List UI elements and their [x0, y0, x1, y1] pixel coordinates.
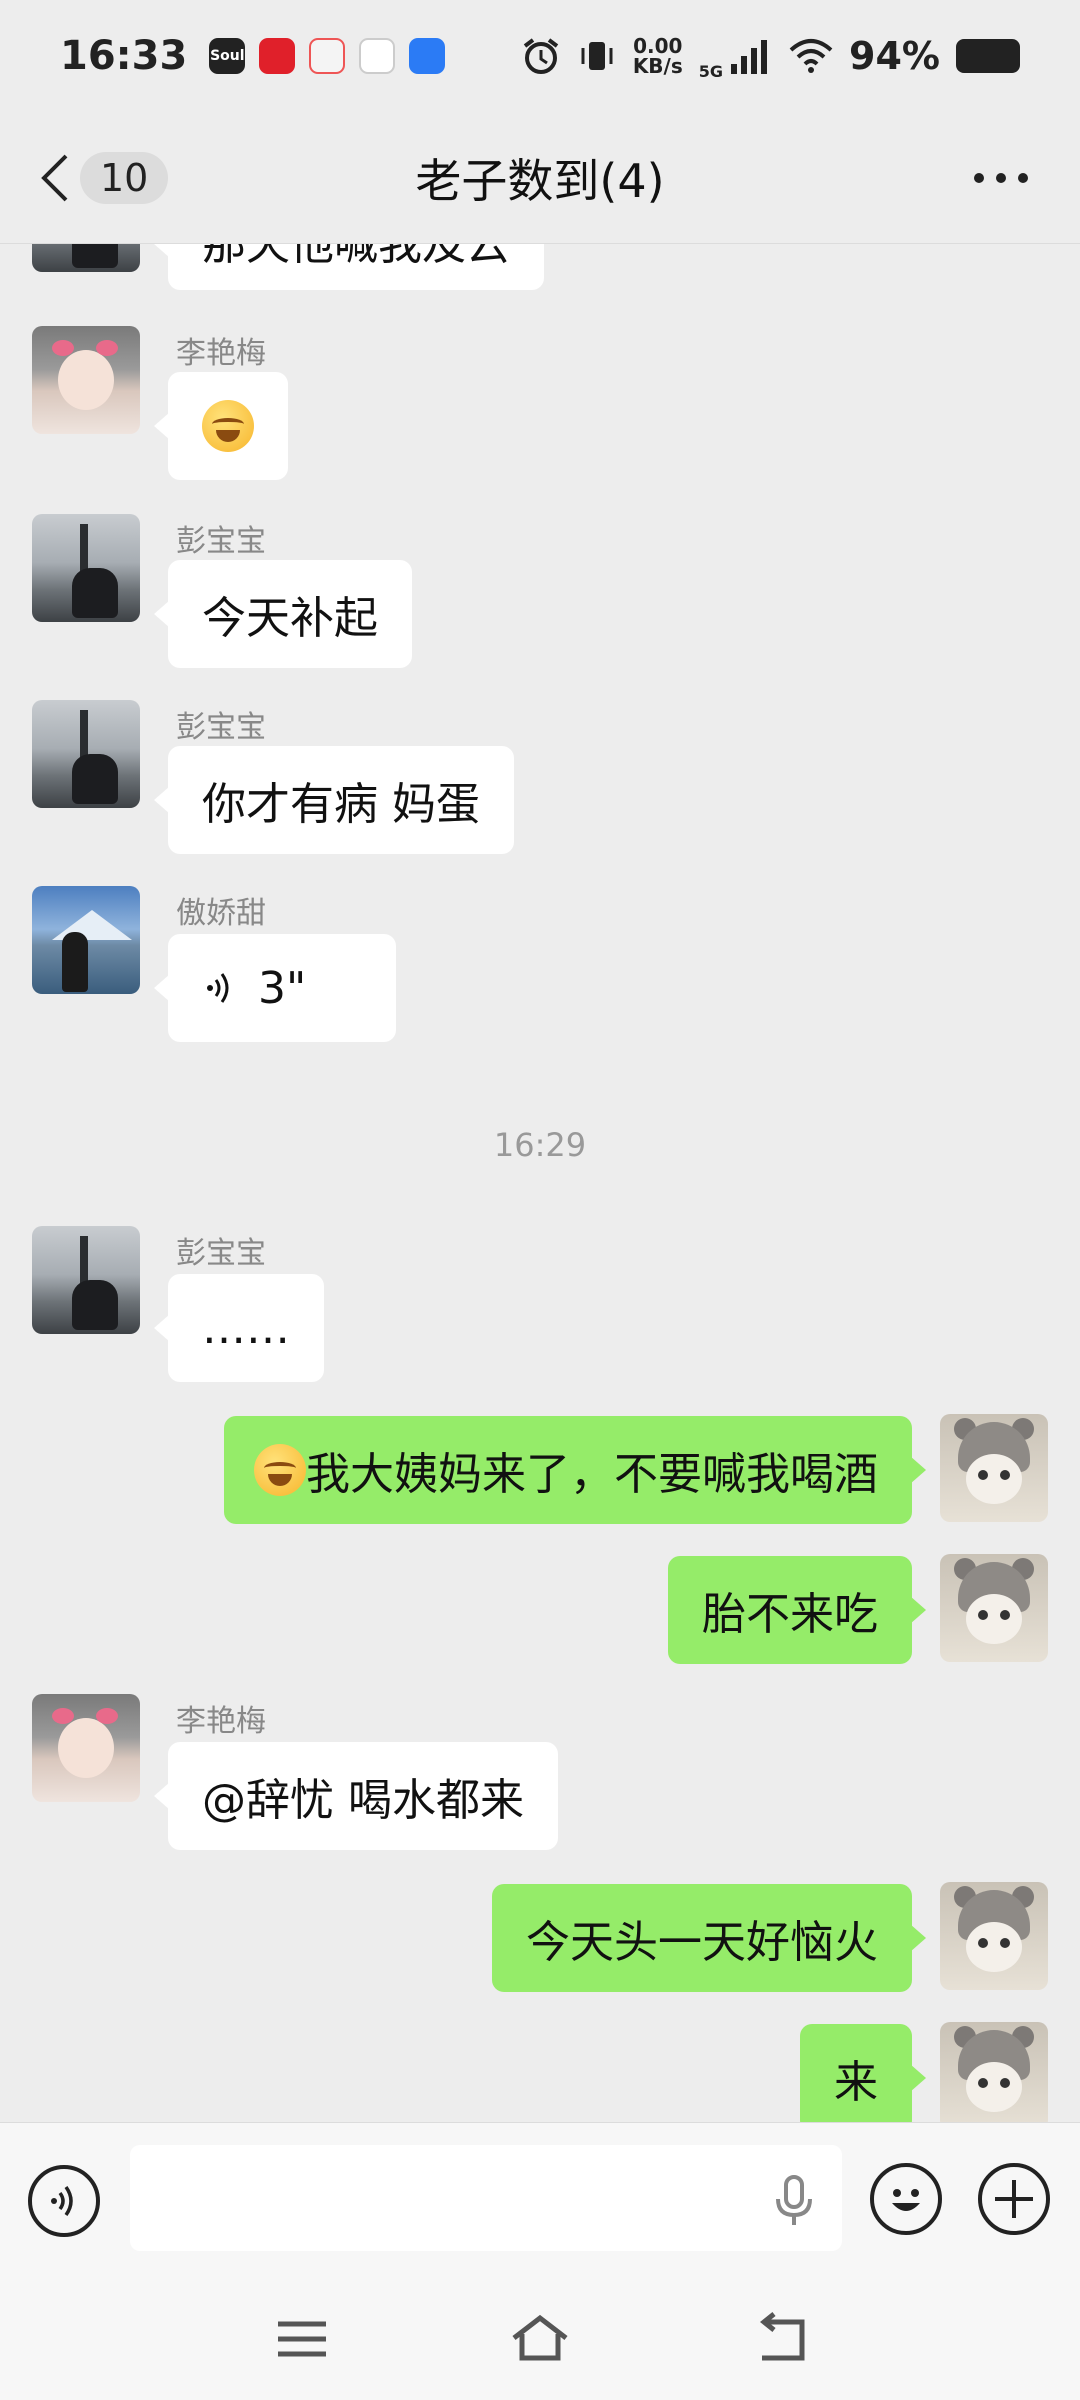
sender-name: 李艳梅	[176, 336, 266, 371]
voice-wave-icon	[51, 2185, 73, 2217]
chat-title: 老子数到(4)	[415, 153, 665, 208]
add-attachment-button[interactable]	[978, 2163, 1050, 2235]
voice-wave-icon	[207, 973, 229, 1003]
soul-app-icon: Soul	[209, 38, 246, 74]
my-avatar[interactable]	[940, 1414, 1048, 1522]
avatar[interactable]	[32, 700, 140, 808]
network-type: 5G	[698, 61, 724, 81]
my-avatar[interactable]	[940, 1882, 1048, 1990]
signal-icon	[731, 40, 768, 74]
avatar[interactable]	[32, 1694, 140, 1802]
net-speed: 0.00 KB/s	[632, 34, 683, 78]
sender-name: 彭宝宝	[176, 1236, 266, 1271]
plus-icon	[995, 2180, 1033, 2218]
system-nav-bar	[0, 2278, 1080, 2400]
emoji-button[interactable]	[870, 2163, 942, 2235]
avatar[interactable]	[32, 514, 140, 622]
message-bubble-outgoing[interactable]: 胎不来吃	[668, 1556, 926, 1664]
message-bubble[interactable]: 你才有病 妈蛋	[154, 746, 514, 854]
back-button[interactable]: 10	[40, 152, 169, 204]
message-bubble[interactable]: ……	[154, 1274, 324, 1382]
status-right: 0.00 KB/s 5G 94%	[521, 32, 1020, 81]
chat-header: 10 老子数到(4)	[0, 112, 1080, 244]
my-avatar[interactable]	[940, 2022, 1048, 2122]
crying-laughing-emoji-icon	[202, 400, 254, 452]
clock-app-icon	[359, 38, 396, 74]
my-avatar[interactable]	[940, 1554, 1048, 1662]
voice-input-button[interactable]	[28, 2165, 100, 2237]
red-app-icon	[259, 38, 296, 74]
crying-laughing-emoji-icon	[254, 1444, 306, 1496]
battery-percent: 94%	[849, 34, 940, 78]
status-bar: 16:33 Soul 0.00 KB/s 5G 94%	[0, 0, 1080, 112]
message-bubble[interactable]: 那天他喊我及云	[154, 244, 544, 290]
wifi-icon	[789, 39, 833, 73]
avatar[interactable]	[32, 1226, 140, 1334]
message-bubble-outgoing[interactable]: 我大姨妈来了，不要喊我喝酒	[224, 1416, 926, 1524]
message-bubble-outgoing[interactable]: 今天头一天好恼火	[492, 1884, 926, 1992]
unread-count-badge: 10	[80, 152, 169, 204]
vibrate-icon	[581, 42, 613, 70]
voice-duration: 3"	[258, 962, 307, 1014]
chevron-left-icon	[41, 154, 68, 202]
battery-icon	[956, 39, 1020, 73]
sender-name: 彭宝宝	[176, 524, 266, 559]
sender-name: 彭宝宝	[176, 710, 266, 745]
menu-icon[interactable]	[272, 2312, 332, 2366]
notification-app-icons: Soul	[209, 38, 446, 74]
avatar[interactable]	[32, 326, 140, 434]
voice-message-bubble[interactable]: 3"	[154, 934, 396, 1042]
home-icon[interactable]	[510, 2312, 570, 2366]
message-timestamp: 16:29	[493, 1126, 587, 1164]
shopping-app-icon	[309, 38, 346, 74]
more-options-icon[interactable]	[974, 160, 1028, 196]
message-input[interactable]	[130, 2145, 842, 2251]
message-bubble[interactable]: 今天补起	[154, 560, 412, 668]
back-nav-icon[interactable]	[752, 2312, 812, 2366]
smile-icon	[892, 2189, 920, 2211]
input-bar	[0, 2122, 1080, 2278]
message-bubble[interactable]: @辞忧 喝水都来	[154, 1742, 558, 1850]
avatar[interactable]	[32, 244, 140, 272]
alarm-icon	[523, 38, 559, 74]
microphone-icon[interactable]	[770, 2173, 818, 2227]
sender-name: 李艳梅	[176, 1704, 266, 1739]
blue-app-icon	[409, 38, 446, 74]
status-time: 16:33	[60, 33, 188, 79]
message-bubble[interactable]	[154, 372, 288, 480]
sender-name: 傲娇甜	[176, 896, 266, 931]
avatar[interactable]	[32, 886, 140, 994]
message-bubble-outgoing[interactable]: 来	[800, 2024, 926, 2122]
message-list[interactable]: 那天他喊我及云 李艳梅 彭宝宝 今天补起 彭宝宝 你才有病 妈蛋 傲娇甜 3" …	[0, 244, 1080, 2122]
